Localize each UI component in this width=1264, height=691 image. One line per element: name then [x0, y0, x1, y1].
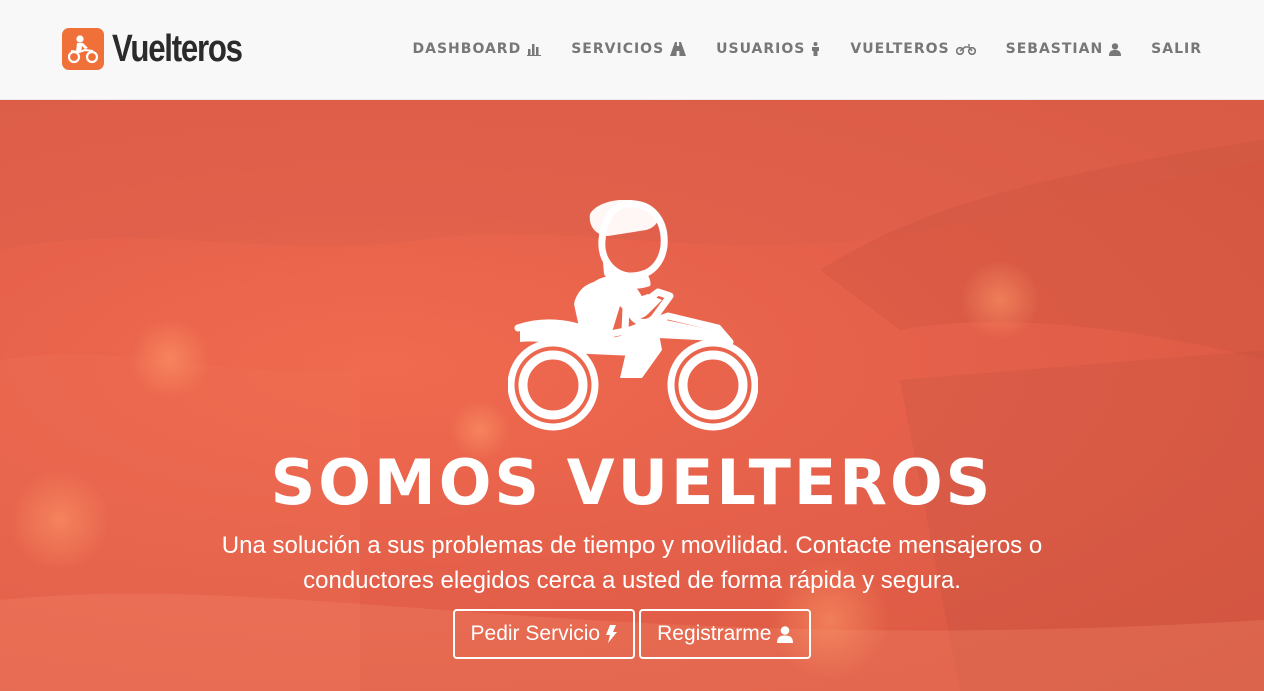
nav-dashboard[interactable]: DASHBOARD [413, 38, 542, 60]
pedir-servicio-button[interactable]: Pedir Servicio [452, 609, 636, 659]
user-icon [777, 625, 794, 643]
hero-title: SOMOS VUELTEROS [270, 446, 994, 519]
nav-vuelteros-label: VUELTEROS [850, 41, 950, 57]
registrarme-label: Registrarme [657, 622, 772, 645]
motorcycle-rider-icon [508, 200, 758, 431]
brand-name: Vuelteros [112, 28, 243, 70]
male-icon [811, 42, 820, 56]
registrarme-button[interactable]: Registrarme [639, 609, 812, 659]
pedir-servicio-label: Pedir Servicio [470, 622, 601, 645]
bolt-icon [606, 625, 618, 643]
hero-subtitle: Una solución a sus problemas de tiempo y… [221, 532, 1043, 594]
brand-logo-icon [62, 28, 104, 70]
nav-dashboard-label: DASHBOARD [412, 41, 522, 57]
brand-link[interactable]: Vuelteros [62, 28, 270, 70]
nav-salir[interactable]: SALIR [1151, 38, 1202, 60]
main-nav: DASHBOARD SERVICIOS USUARIOS VUELTEROS S… [413, 38, 1202, 60]
nav-servicios[interactable]: SERVICIOS [571, 38, 687, 60]
hero-actions: Pedir Servicio Registrarme [0, 609, 1264, 659]
nav-usuarios[interactable]: USUARIOS [716, 38, 820, 60]
nav-usuarios-label: USUARIOS [716, 41, 806, 57]
navbar: Vuelteros DASHBOARD SERVICIOS USUARIOS V… [0, 0, 1264, 100]
nav-user-sebastian[interactable]: SEBASTIAN [1006, 38, 1122, 60]
bar-chart-icon [527, 43, 542, 56]
motorcycle-icon [955, 43, 976, 55]
nav-salir-label: SALIR [1151, 41, 1202, 57]
nav-user-label: SEBASTIAN [1005, 41, 1104, 57]
hero-section: SOMOS VUELTEROS Una solución a sus probl… [0, 100, 1264, 691]
user-icon [1109, 42, 1122, 56]
nav-servicios-label: SERVICIOS [571, 41, 665, 57]
nav-vuelteros[interactable]: VUELTEROS [850, 38, 976, 60]
road-icon [670, 42, 687, 56]
